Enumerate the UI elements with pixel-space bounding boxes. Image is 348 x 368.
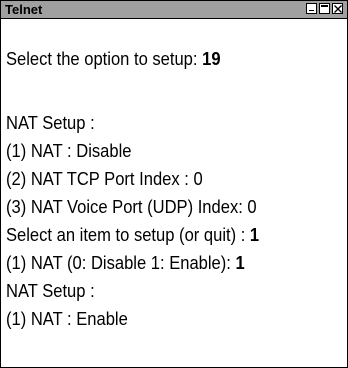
- prompt-select-item: Select an item to setup (or quit) : 1: [6, 223, 259, 247]
- prompt-answer: 1: [249, 225, 260, 245]
- prompt-text: Select an item to setup (or quit) :: [6, 225, 250, 245]
- close-icon[interactable]: [332, 3, 343, 14]
- prompt-answer: 19: [202, 49, 221, 69]
- nat-voice-port-line: (3) NAT Voice Port (UDP) Index: 0: [6, 197, 257, 217]
- prompt-text: Select the option to setup:: [6, 49, 203, 69]
- prompt-answer: 1: [235, 253, 245, 273]
- maximize-icon[interactable]: [319, 3, 330, 14]
- nat-tcp-port-line: (2) NAT TCP Port Index : 0: [6, 169, 203, 189]
- prompt-text: (1) NAT (0: Disable 1: Enable):: [6, 253, 236, 273]
- nat-status-line: (1) NAT : Enable: [6, 309, 128, 329]
- title-bar[interactable]: Telnet: [1, 1, 347, 19]
- window-title: Telnet: [5, 2, 43, 17]
- prompt-nat-enable: (1) NAT (0: Disable 1: Enable): 1: [6, 251, 245, 275]
- nat-status-line: (1) NAT : Disable: [6, 141, 132, 161]
- section-header-nat-setup: NAT Setup :: [6, 113, 95, 133]
- minimize-icon[interactable]: [306, 3, 317, 14]
- telnet-window: Telnet Select the option to setup: 19 NA…: [0, 0, 348, 368]
- prompt-select-option: Select the option to setup: 19: [6, 47, 221, 71]
- section-header-nat-setup: NAT Setup :: [6, 281, 95, 301]
